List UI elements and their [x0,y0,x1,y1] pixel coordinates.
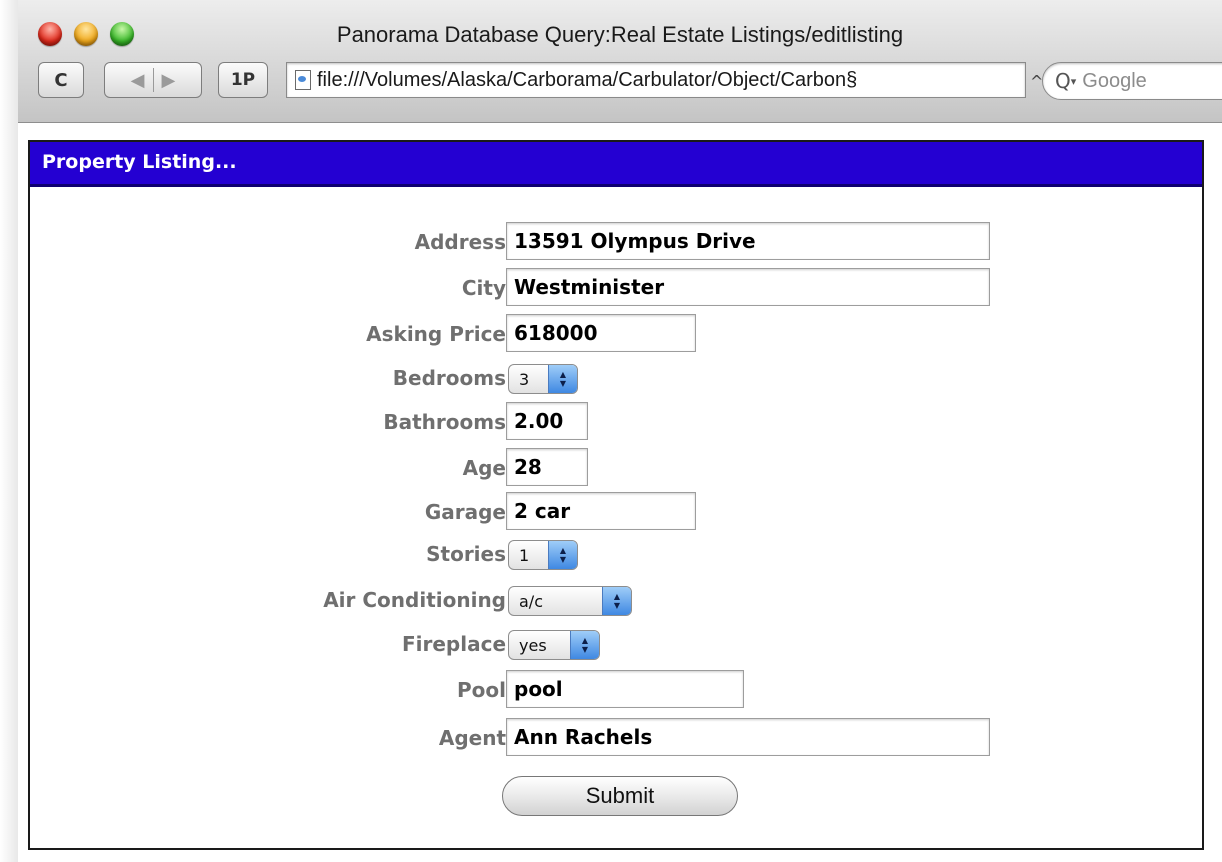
chevron-updown-icon: ▲ ▼ [602,587,631,615]
chevron-updown-icon: ▲ ▼ [570,631,599,659]
agent-label: Agent: [438,726,514,750]
panel-title: Property Listing... [42,151,237,173]
onepassword-button[interactable]: 1P [218,62,268,98]
submit-button[interactable]: Submit [502,776,738,816]
panel-header: Property Listing... [30,142,1202,187]
bathrooms-input[interactable] [506,402,588,440]
bathrooms-label: Bathrooms: [383,410,514,434]
address-label: Address: [414,230,514,254]
forward-icon[interactable]: ▶ [162,70,176,91]
url-text[interactable]: file:///Volumes/Alaska/Carborama/Carbula… [317,69,857,92]
fireplace-label: Fireplace: [401,632,514,656]
air-conditioning-select[interactable]: a/c ▲ ▼ [508,586,632,616]
address-input[interactable] [506,222,990,260]
asking-price-label: Asking Price: [366,322,514,346]
window-title: Panorama Database Query:Real Estate List… [336,22,904,47]
search-menu-icon[interactable]: ▾ [1071,75,1077,88]
bedrooms-select[interactable]: 3 ▲ ▼ [508,364,578,394]
garage-input[interactable] [506,492,696,530]
agent-input[interactable] [506,718,990,756]
reload-button[interactable]: C [38,62,84,98]
chevron-updown-icon: ▲ ▼ [548,541,577,569]
city-input[interactable] [506,268,990,306]
address-bar[interactable]: file:///Volumes/Alaska/Carborama/Carbula… [286,62,1026,98]
pool-input[interactable] [506,670,744,708]
document-icon [295,70,311,90]
title-bar: Panorama Database Query:Real Estate List… [18,0,1222,123]
chevron-updown-icon: ▲ ▼ [548,365,577,393]
stories-select[interactable]: 1 ▲ ▼ [508,540,578,570]
stories-label: Stories: [426,542,514,566]
air-conditioning-value: a/c [519,591,543,611]
back-icon[interactable]: ◀ [131,70,145,91]
search-icon[interactable]: Q [1055,69,1071,93]
garage-label: Garage: [424,500,514,524]
bedrooms-value: 3 [519,369,530,389]
fireplace-value: yes [519,635,547,655]
air-conditioning-label: Air Conditioning: [323,588,514,612]
onepassword-label: 1P [230,70,256,90]
window-shadow [0,0,18,862]
asking-price-input[interactable] [506,314,696,352]
property-listing-panel: Property Listing... Address: City: Askin… [28,140,1204,850]
fireplace-select[interactable]: yes ▲ ▼ [508,630,600,660]
nav-divider [152,68,154,92]
stories-value: 1 [519,545,530,565]
back-forward-button[interactable]: ◀ ▶ [104,62,202,98]
reload-icon: C [54,69,68,91]
search-field[interactable]: Q ▾ Google [1042,62,1222,100]
search-placeholder: Google [1082,69,1147,92]
bedrooms-label: Bedrooms: [392,366,514,390]
age-input[interactable] [506,448,588,486]
